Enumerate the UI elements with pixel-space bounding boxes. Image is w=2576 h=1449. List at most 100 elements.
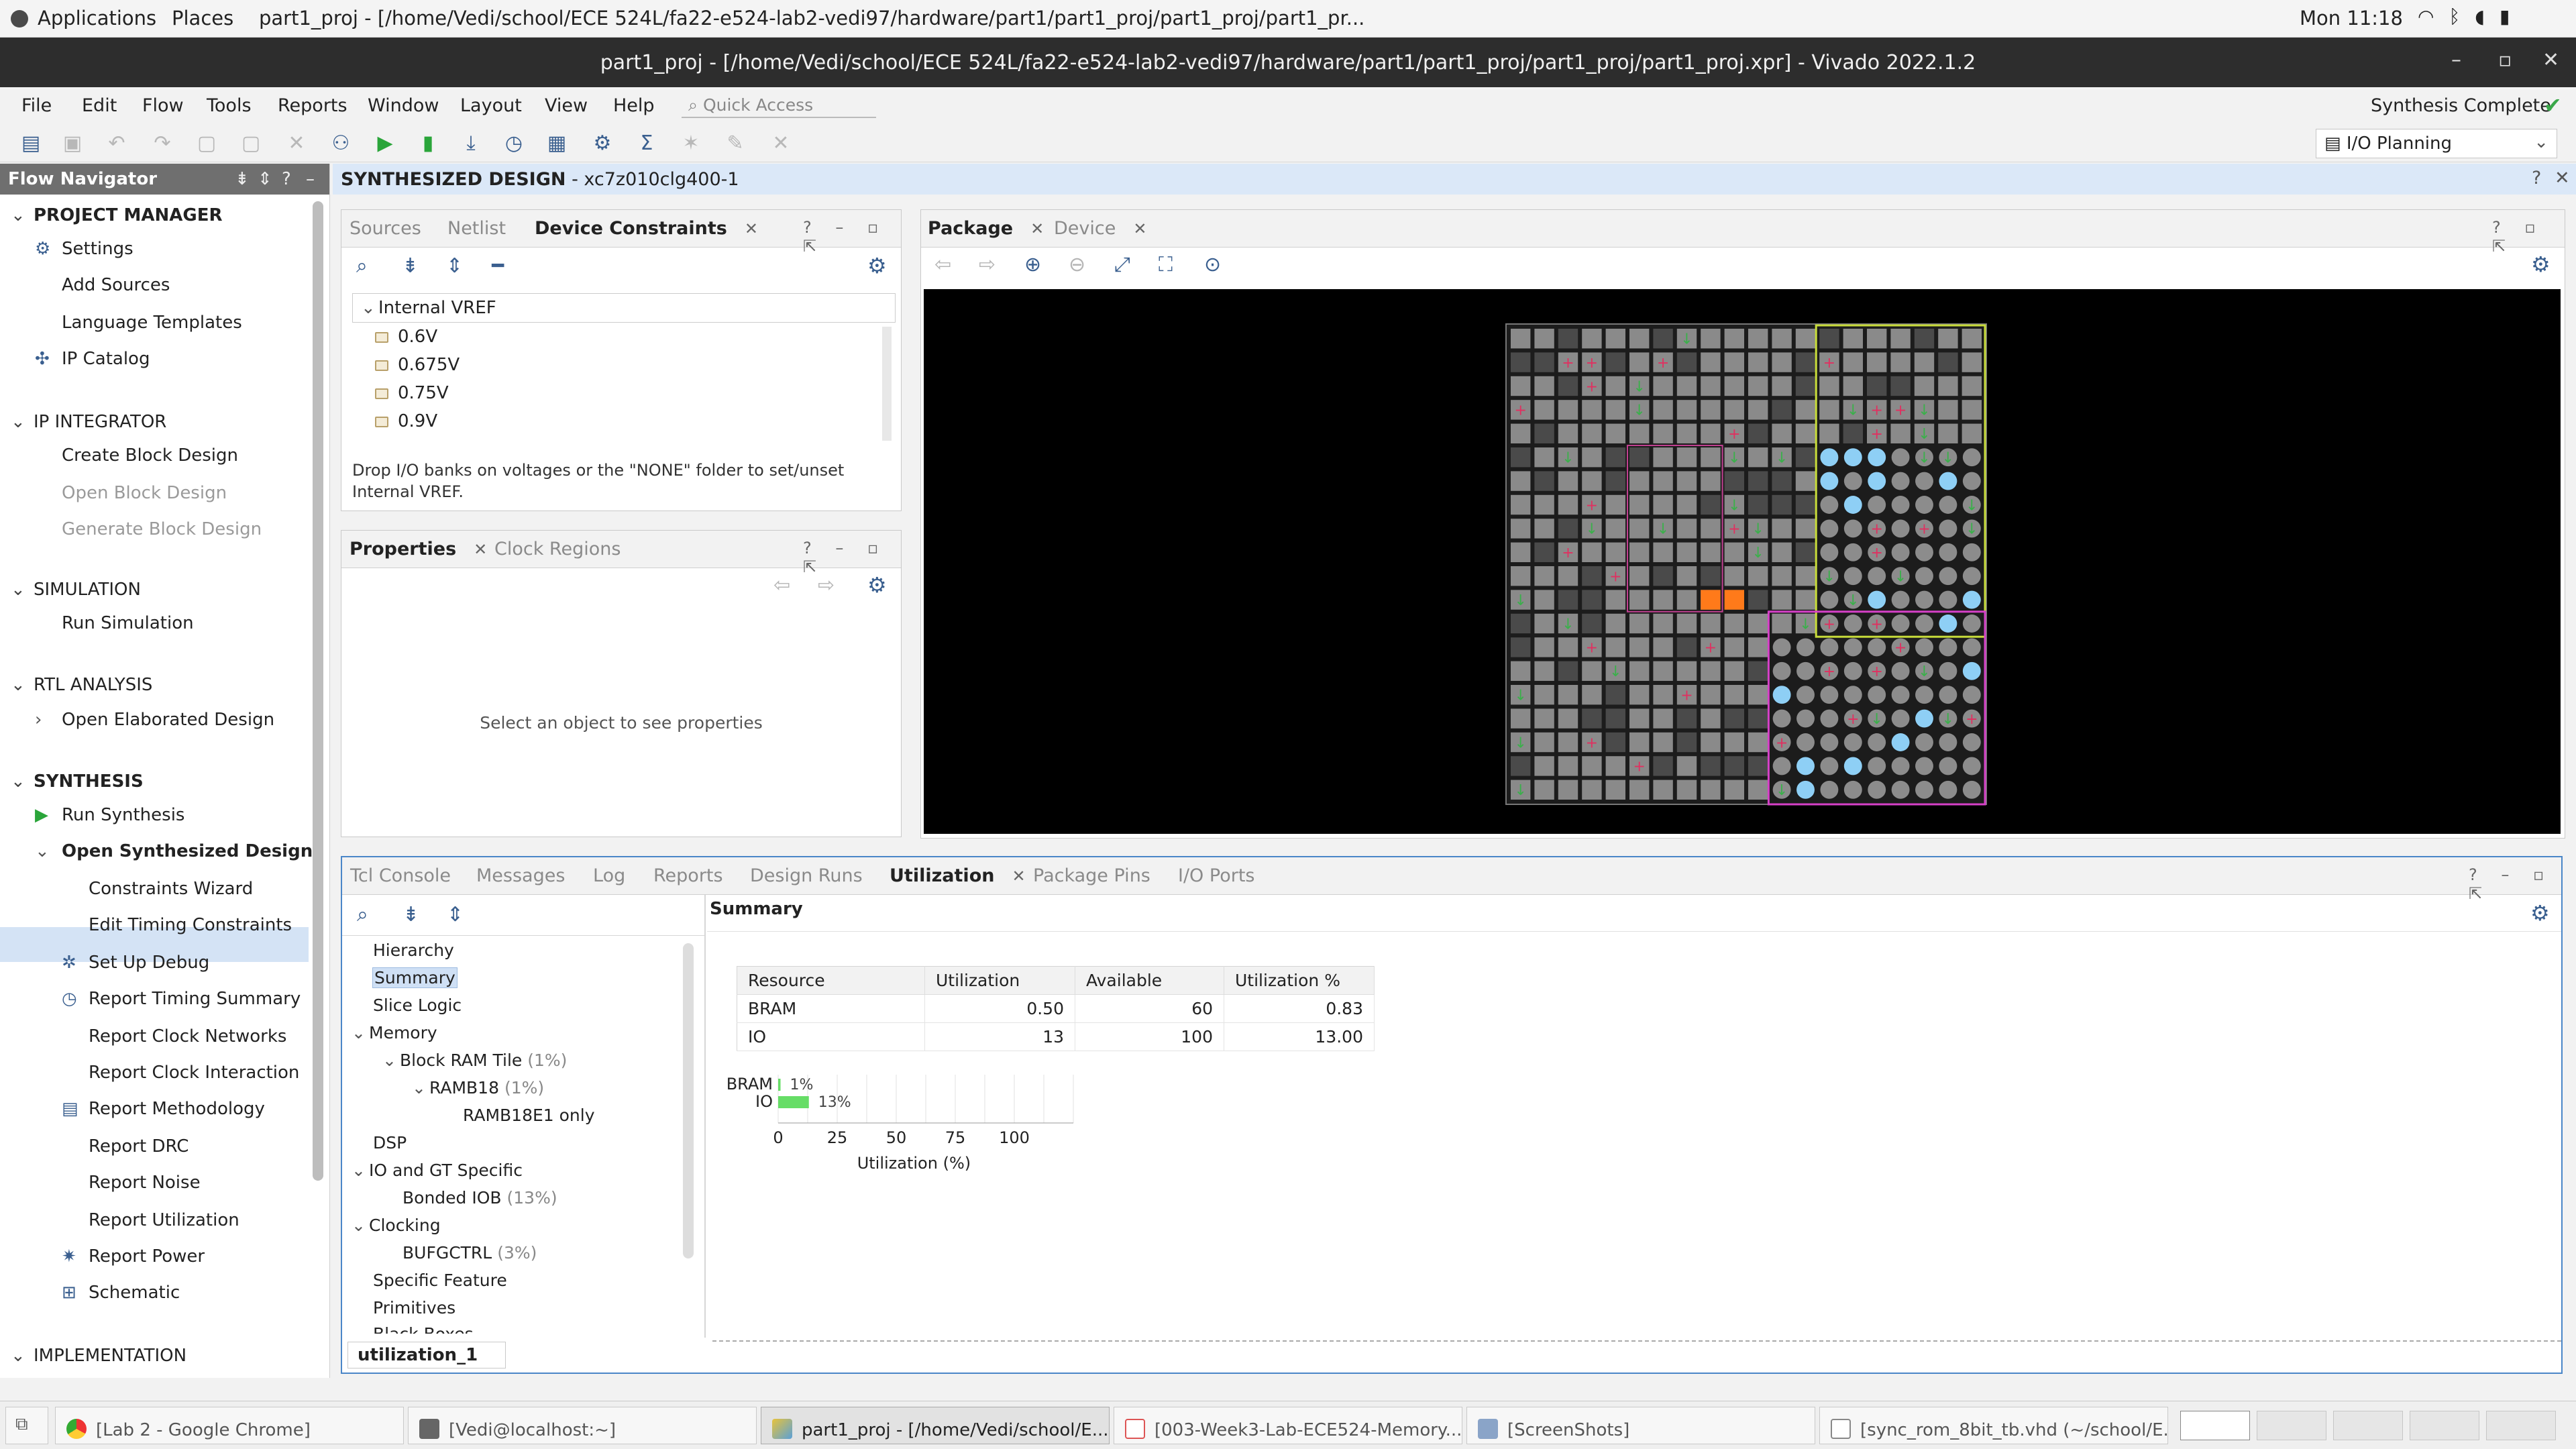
tab-log[interactable]: Log [593, 865, 625, 886]
nav-report-drc[interactable]: Report DRC [89, 1136, 189, 1157]
workspace-2[interactable] [2257, 1411, 2326, 1440]
panel-controls[interactable]: ? – ▫ ⇱ [803, 539, 901, 576]
redo-icon[interactable]: ↷ [150, 131, 174, 156]
tab-package[interactable]: Package ✕ [928, 218, 1044, 239]
close-tab-icon[interactable]: ✕ [1030, 219, 1044, 238]
task-chrome[interactable]: [Lab 2 - Google Chrome] [55, 1407, 404, 1444]
vref-scrollbar[interactable] [882, 327, 892, 441]
nav-report-methodology[interactable]: ▤ Report Methodology [62, 1099, 265, 1119]
tree-block-ram-tile[interactable]: ⌄ Block RAM Tile (1%) [382, 1051, 567, 1070]
table-row[interactable]: IO 13 100 13.00 [737, 1022, 1375, 1051]
task-screenshots[interactable]: [ScreenShots] [1466, 1407, 1815, 1444]
menu-reports[interactable]: Reports [278, 95, 347, 116]
package-view-canvas[interactable]: ↓ + + + + + ↓ + ↓ ↓ + + ↓ + + ↓ ↓ ↓ ↓ ↓ ↓ + ↓ ↓ ↓ ↓ + ↓ + + ↓ + ↓ + + ↓ ↓ ↓ ↓ ↓… [924, 289, 2561, 834]
tab-sources[interactable]: Sources [350, 218, 421, 239]
internal-vref-group[interactable]: ⌄ Internal VREF [352, 293, 896, 323]
open-project-icon[interactable]: ▤ [19, 131, 43, 156]
tree-bufgctrl[interactable]: BUFGCTRL (3%) [402, 1243, 537, 1263]
search-icon[interactable]: ⌕ [356, 254, 368, 278]
maximize-icon[interactable]: ▫ [2498, 48, 2512, 72]
scrollbar-thumb[interactable] [313, 201, 323, 1181]
run-step-icon[interactable]: ▮ [416, 131, 440, 156]
close-tab-icon[interactable]: ✕ [474, 540, 487, 559]
menu-window[interactable]: Window [368, 95, 439, 116]
tab-clock-regions[interactable]: Clock Regions [494, 539, 621, 559]
expand-all-icon[interactable]: ⇕ [447, 903, 464, 926]
tree-memory[interactable]: ⌄ Memory [352, 1023, 437, 1042]
tree-summary[interactable]: Summary [372, 967, 458, 988]
tool-b-icon[interactable]: ✎ [723, 131, 747, 156]
panel-controls[interactable]: ? ▫ ⇱ [2492, 218, 2565, 256]
tab-device[interactable]: Device ✕ [1054, 218, 1146, 239]
menu-help[interactable]: Help [613, 95, 655, 116]
menu-edit[interactable]: Edit [82, 95, 117, 116]
task-pdf[interactable]: [003-Week3-Lab-ECE524-Memory... [1114, 1407, 1462, 1444]
nav-report-clock-interaction[interactable]: Report Clock Interaction [89, 1063, 299, 1083]
workspace-1[interactable] [2180, 1411, 2250, 1440]
auto-fit-icon[interactable]: ⊙ [1204, 253, 1221, 276]
expand-all-icon[interactable]: ⇕ [258, 169, 272, 189]
nav-report-timing-summary[interactable]: ◷ Report Timing Summary [62, 989, 301, 1009]
tree-io-gt[interactable]: ⌄ IO and GT Specific [352, 1161, 523, 1180]
zoom-fit-icon[interactable]: ⤢ [1114, 253, 1130, 276]
sigma-icon[interactable]: Σ [635, 131, 659, 156]
section-simulation[interactable]: ⌄ SIMULATION [11, 580, 141, 600]
nav-language-templates[interactable]: Language Templates [62, 313, 242, 333]
column-header[interactable]: Available [1075, 966, 1224, 995]
tab-tcl-console[interactable]: Tcl Console [350, 865, 451, 886]
gear-icon[interactable]: ⚙ [867, 572, 887, 598]
collapse-all-icon[interactable]: ⇟ [235, 169, 250, 189]
close-tab-icon[interactable]: ✕ [745, 219, 758, 238]
menu-view[interactable]: View [545, 95, 588, 116]
remove-icon[interactable]: ━ [492, 254, 504, 278]
delete-icon[interactable]: ✕ [284, 131, 309, 156]
tab-design-runs[interactable]: Design Runs [750, 865, 863, 886]
tab-utilization-1[interactable]: utilization_1 [347, 1342, 506, 1368]
auto-connect-icon[interactable]: ⚇ [329, 131, 353, 156]
nav-report-clock-networks[interactable]: Report Clock Networks [89, 1026, 286, 1046]
close-design-icon[interactable]: ✕ [2555, 168, 2570, 189]
zoom-area-icon[interactable]: ⛶ [1159, 253, 1173, 276]
show-desktop-button[interactable]: ⧉ [5, 1407, 48, 1444]
nav-add-sources[interactable]: Add Sources [62, 275, 170, 295]
nav-ip-catalog[interactable]: ✣ IP Catalog [35, 349, 150, 369]
section-synthesis[interactable]: ⌄ SYNTHESIS [11, 771, 144, 792]
tree-ramb18[interactable]: ⌄ RAMB18 (1%) [412, 1078, 544, 1097]
copy-icon[interactable]: ▢ [195, 131, 219, 156]
zoom-out-icon[interactable]: ⊖ [1069, 253, 1085, 276]
help-icon[interactable]: ? [2532, 168, 2541, 189]
gear-icon[interactable]: ⚙ [2530, 900, 2550, 926]
tree-bonded-iob[interactable]: Bonded IOB (13%) [402, 1188, 557, 1208]
section-ip-integrator[interactable]: ⌄ IP INTEGRATOR [11, 412, 166, 432]
nav-report-noise[interactable]: Report Noise [89, 1173, 201, 1193]
task-vivado[interactable]: part1_proj - [/home/Vedi/school/E... [761, 1407, 1110, 1444]
section-project-manager[interactable]: ⌄ PROJECT MANAGER [11, 205, 222, 225]
run-icon[interactable]: ▶ [373, 131, 397, 156]
nav-schematic[interactable]: ⊞ Schematic [62, 1283, 180, 1303]
menu-tools[interactable]: Tools [207, 95, 252, 116]
forward-icon[interactable]: ⇨ [979, 253, 996, 276]
panel-controls[interactable]: ? – ▫ ⇱ [803, 218, 901, 256]
nav-edit-timing-constraints[interactable]: Edit Timing Constraints [89, 915, 292, 935]
nav-run-simulation[interactable]: Run Simulation [62, 613, 194, 633]
tree-splitter[interactable] [704, 895, 706, 1338]
timing-icon[interactable]: ◷ [502, 131, 526, 156]
task-terminal[interactable]: [Vedi@localhost:~] [408, 1407, 757, 1444]
gear-icon[interactable]: ⚙ [867, 253, 887, 278]
nav-report-power[interactable]: ✷ Report Power [62, 1246, 205, 1267]
tab-io-ports[interactable]: I/O Ports [1178, 865, 1255, 886]
vref-item[interactable]: 0.9V [375, 411, 437, 431]
back-icon[interactable]: ⇦ [773, 574, 790, 597]
applications-menu[interactable]: Applications [11, 7, 156, 30]
column-header[interactable]: Utilization % [1224, 966, 1375, 995]
column-header[interactable]: Resource [737, 966, 925, 995]
expand-all-icon[interactable]: ⇕ [446, 254, 463, 278]
tree-specific-feature[interactable]: Specific Feature [373, 1271, 507, 1290]
collapse-all-icon[interactable]: ⇟ [402, 903, 419, 926]
minimize-icon[interactable]: – [2451, 48, 2461, 72]
flow-navigator-scrollbar[interactable] [313, 201, 323, 1181]
tree-hierarchy[interactable]: Hierarchy [373, 941, 454, 960]
tree-dsp[interactable]: DSP [373, 1133, 407, 1152]
report-icon[interactable]: ▦ [545, 131, 569, 156]
settings-icon[interactable]: ⚙ [590, 131, 614, 156]
